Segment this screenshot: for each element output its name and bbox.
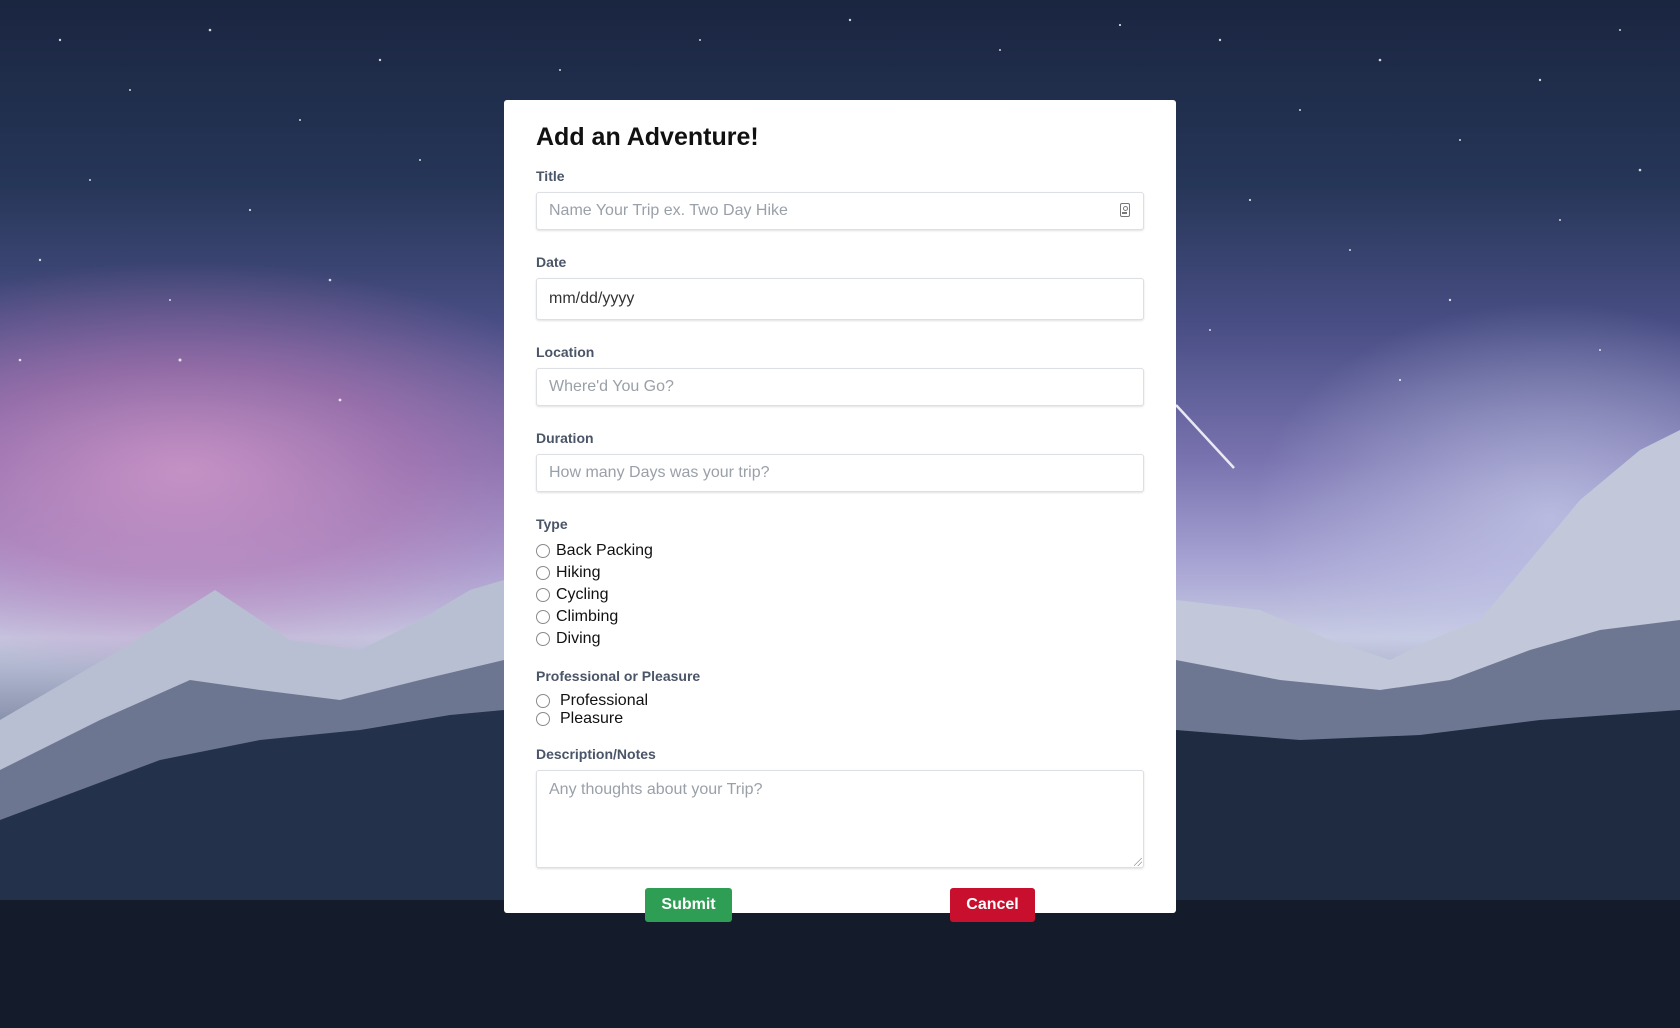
radio-button[interactable] [536, 566, 550, 580]
radio-label: Professional [560, 692, 649, 709]
type-option-diving[interactable]: Diving [536, 628, 1144, 650]
description-field-wrap [536, 770, 1144, 868]
radio-label: Back Packing [556, 542, 653, 559]
type-option-back-packing[interactable]: Back Packing [536, 540, 1144, 562]
form-actions: Submit Cancel [536, 888, 1144, 928]
date-input[interactable] [536, 278, 1144, 320]
purpose-option-professional[interactable]: Professional [536, 692, 1144, 710]
radio-label: Hiking [556, 564, 601, 581]
radio-label: Pleasure [560, 710, 624, 727]
type-radio-group: Back Packing Hiking Cycling Climbing Div… [536, 540, 1144, 650]
radio-label: Cycling [556, 586, 609, 603]
description-label: Description/Notes [536, 746, 656, 762]
duration-input[interactable] [536, 454, 1144, 492]
type-option-hiking[interactable]: Hiking [536, 562, 1144, 584]
submit-button[interactable]: Submit [645, 888, 732, 922]
radio-button[interactable] [536, 544, 550, 558]
radio-button[interactable] [536, 632, 550, 646]
add-adventure-form: Add an Adventure! Title Date Location Du… [504, 100, 1176, 922]
contact-card-icon[interactable] [1120, 203, 1130, 217]
radio-button[interactable] [536, 712, 550, 726]
purpose-label: Professional or Pleasure [536, 668, 701, 684]
type-label: Type [536, 516, 568, 532]
duration-label: Duration [536, 430, 594, 446]
location-input[interactable] [536, 368, 1144, 406]
radio-label: Climbing [556, 608, 619, 625]
title-input[interactable] [536, 192, 1144, 230]
radio-label: Diving [556, 630, 601, 647]
title-field-wrap [536, 192, 1144, 230]
title-label: Title [536, 168, 565, 184]
type-option-cycling[interactable]: Cycling [536, 584, 1144, 606]
location-label: Location [536, 344, 595, 360]
radio-button[interactable] [536, 610, 550, 624]
description-textarea[interactable] [536, 770, 1144, 868]
purpose-option-pleasure[interactable]: Pleasure [536, 710, 1144, 728]
resize-handle-icon[interactable] [1134, 858, 1142, 866]
radio-button[interactable] [536, 588, 550, 602]
duration-field-wrap [536, 454, 1144, 492]
date-field-wrap [536, 278, 1144, 320]
cancel-button[interactable]: Cancel [950, 888, 1035, 922]
radio-button[interactable] [536, 694, 550, 708]
type-option-climbing[interactable]: Climbing [536, 606, 1144, 628]
purpose-radio-group: Professional Pleasure [536, 692, 1144, 728]
form-title: Add an Adventure! [536, 123, 759, 151]
location-field-wrap [536, 368, 1144, 406]
date-label: Date [536, 254, 567, 270]
